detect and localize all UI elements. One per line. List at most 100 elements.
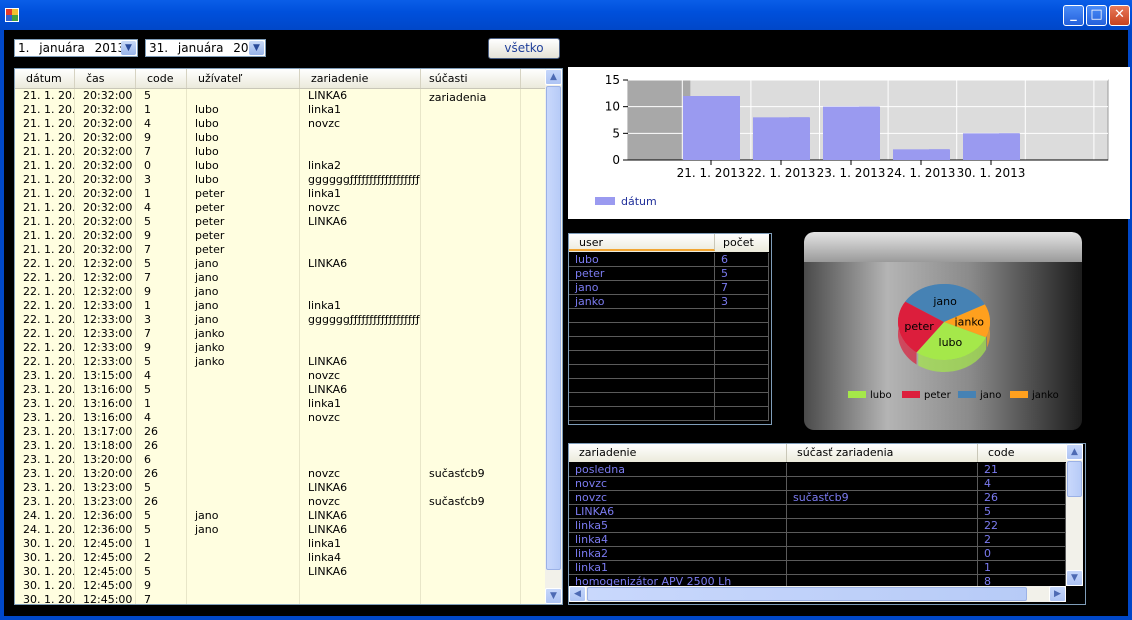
table-cell[interactable]: 20:32:00 (75, 117, 136, 131)
table-cell[interactable]: 9 (136, 579, 187, 593)
table-cell[interactable]: 22. 1. 20... (15, 285, 75, 299)
table-cell[interactable] (521, 159, 546, 173)
table-cell[interactable]: 5 (715, 267, 769, 281)
table-cell[interactable]: 23. 1. 20... (15, 495, 75, 509)
table-cell[interactable] (300, 439, 421, 453)
column-header-time[interactable]: čas (75, 69, 136, 88)
table-cell[interactable]: novzc (300, 117, 421, 131)
table-cell[interactable]: 20:32:00 (75, 89, 136, 103)
table-cell[interactable] (187, 537, 300, 551)
table-cell[interactable] (521, 117, 546, 131)
table-cell[interactable]: 13:17:00 (75, 425, 136, 439)
table-cell[interactable] (300, 243, 421, 257)
table-cell[interactable] (521, 369, 546, 383)
scroll-down-icon[interactable]: ▼ (1066, 570, 1083, 586)
table-cell[interactable] (421, 565, 521, 579)
table-cell[interactable] (521, 313, 546, 327)
table-cell[interactable]: janko (569, 295, 715, 309)
table-cell[interactable] (421, 425, 521, 439)
table-cell[interactable]: 12:45:00 (75, 593, 136, 604)
table-cell[interactable] (521, 257, 546, 271)
table-cell[interactable]: 13:20:00 (75, 467, 136, 481)
table-cell[interactable]: 20:32:00 (75, 159, 136, 173)
table-cell[interactable]: 20:32:00 (75, 229, 136, 243)
table-row[interactable]: 22. 1. 20...12:33:007janko (15, 327, 546, 341)
column-header-device-parts[interactable]: súčasti zariadenia (421, 69, 521, 104)
table-cell[interactable]: 7 (136, 327, 187, 341)
user-count-grid[interactable]: user počet lubo 6 peter 5 jano 7 janko 3 (568, 233, 772, 425)
table-cell[interactable] (715, 323, 769, 337)
scroll-right-icon[interactable]: ▶ (1049, 586, 1066, 602)
maximize-button[interactable]: □ (1086, 5, 1107, 26)
table-cell[interactable]: 21. 1. 20... (15, 131, 75, 145)
table-cell[interactable]: jano (187, 313, 300, 327)
table-cell[interactable]: 22. 1. 20... (15, 271, 75, 285)
table-cell[interactable]: jano (187, 523, 300, 537)
table-cell[interactable]: 30. 1. 20... (15, 565, 75, 579)
table-cell[interactable]: novzc (300, 201, 421, 215)
table-cell[interactable]: novzc (300, 467, 421, 481)
table-cell[interactable]: lubo (187, 173, 300, 187)
table-cell[interactable]: linka4 (569, 533, 787, 547)
table-cell[interactable] (421, 229, 521, 243)
table-cell[interactable] (787, 463, 978, 477)
table-cell[interactable]: 23. 1. 20... (15, 383, 75, 397)
table-cell[interactable]: 22. 1. 20... (15, 313, 75, 327)
table-cell[interactable] (521, 467, 546, 481)
table-row[interactable]: 22. 1. 20...12:33:005jankoLINKA6 (15, 355, 546, 369)
table-row[interactable]: 22. 1. 20...12:33:009janko (15, 341, 546, 355)
minimize-button[interactable]: _ (1063, 5, 1084, 26)
table-cell[interactable] (521, 383, 546, 397)
close-button[interactable]: ✕ (1109, 5, 1130, 26)
table-cell[interactable] (569, 309, 715, 323)
table-cell[interactable]: 2 (136, 551, 187, 565)
table-cell[interactable] (187, 369, 300, 383)
scroll-thumb[interactable] (546, 86, 561, 570)
table-row[interactable]: 24. 1. 20...12:36:005janoLINKA6 (15, 509, 546, 523)
table-cell[interactable]: jano (569, 281, 715, 295)
table-cell[interactable]: 3 (136, 173, 187, 187)
table-cell[interactable] (521, 551, 546, 565)
table-cell[interactable] (421, 201, 521, 215)
table-cell[interactable]: lubo (187, 145, 300, 159)
table-cell[interactable]: 12:45:00 (75, 565, 136, 579)
table-cell[interactable]: 7 (136, 593, 187, 604)
table-cell[interactable] (300, 341, 421, 355)
table-cell[interactable]: LINKA6 (300, 257, 421, 271)
table-cell[interactable]: LINKA6 (300, 89, 421, 103)
table-cell[interactable]: lubo (187, 103, 300, 117)
table-cell[interactable]: 22. 1. 20... (15, 355, 75, 369)
table-cell[interactable] (187, 565, 300, 579)
table-cell[interactable]: 4 (136, 411, 187, 425)
table-cell[interactable]: 20:32:00 (75, 103, 136, 117)
table-cell[interactable]: 1 (136, 103, 187, 117)
table-cell[interactable] (421, 243, 521, 257)
table-row[interactable]: 23. 1. 20...13:18:0026 (15, 439, 546, 453)
table-cell[interactable] (187, 495, 300, 509)
device-grid[interactable]: zariadenie súčasť zariadenia code posled… (568, 443, 1086, 605)
table-cell[interactable]: 9 (136, 131, 187, 145)
date-to-picker[interactable]: 31. januára 2013 ▼ (145, 39, 266, 57)
table-row[interactable]: 23. 1. 20...13:23:0026 novzcsučasťcb9 (15, 495, 546, 509)
table-cell[interactable]: 5 (136, 89, 187, 103)
table-cell[interactable] (521, 215, 546, 229)
table-cell[interactable] (521, 397, 546, 411)
table-cell[interactable]: 21. 1. 20... (15, 159, 75, 173)
table-row[interactable]: 21. 1. 20...20:32:004peternovzc (15, 201, 546, 215)
table-cell[interactable]: ggggggƒƒƒƒƒƒƒƒƒƒƒƒƒƒƒƒƒƒ... (300, 313, 421, 327)
table-cell[interactable] (569, 393, 715, 407)
table-cell[interactable] (300, 285, 421, 299)
table-cell[interactable] (421, 453, 521, 467)
table-cell[interactable]: 23. 1. 20... (15, 481, 75, 495)
table-cell[interactable]: LINKA6 (300, 509, 421, 523)
table-cell[interactable]: 24. 1. 20... (15, 523, 75, 537)
table-cell[interactable]: janko (187, 327, 300, 341)
table-row[interactable]: 22. 1. 20...12:32:007jano (15, 271, 546, 285)
table-cell[interactable]: 22. 1. 20... (15, 299, 75, 313)
table-cell[interactable] (715, 407, 769, 421)
table-cell[interactable]: 13:20:00 (75, 453, 136, 467)
table-row[interactable]: 30. 1. 20...12:45:005 LINKA6 (15, 565, 546, 579)
table-cell[interactable]: 30. 1. 20... (15, 593, 75, 604)
table-cell[interactable] (300, 425, 421, 439)
table-cell[interactable] (521, 495, 546, 509)
